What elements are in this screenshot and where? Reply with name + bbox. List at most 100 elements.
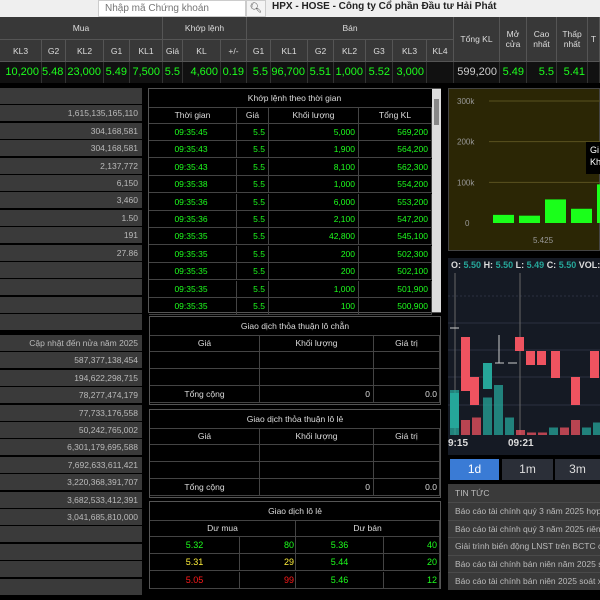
column-header[interactable]: KL1 xyxy=(271,40,308,62)
column-header[interactable]: Cao nhất xyxy=(527,17,557,62)
trade-cell: 09:35:45 xyxy=(149,124,237,141)
column-header[interactable]: Mở cửa xyxy=(500,17,527,62)
search-button[interactable]: 🔍︎ xyxy=(246,0,266,17)
trade-cell: 100 xyxy=(269,298,359,315)
candle xyxy=(526,351,535,365)
table-title: Giao dịch thỏa thuận lô chẵn xyxy=(150,317,440,336)
empty-cell xyxy=(374,352,440,369)
empty-cell xyxy=(374,445,440,462)
column-header[interactable]: KL xyxy=(183,40,221,62)
trade-cell: 547,200 xyxy=(359,211,432,228)
column-header[interactable]: G1 xyxy=(247,40,271,62)
tooltip-text: Kh xyxy=(590,157,600,167)
board-cell: 23,000 xyxy=(66,62,104,83)
buy-price: 5.05 xyxy=(150,571,240,589)
trade-cell: 545,100 xyxy=(359,228,432,246)
stat-value: 6,301,179,695,588 xyxy=(0,439,142,456)
trade-cell: 6,000 xyxy=(269,193,359,211)
column-header[interactable]: T xyxy=(588,17,600,62)
column-header: Khối lượng xyxy=(260,335,374,352)
news-item[interactable]: Báo cáo tài chính quý 3 năm 2025 hợp xyxy=(448,502,600,520)
volume-bar xyxy=(527,432,536,435)
trade-cell: 200 xyxy=(269,245,359,263)
candle xyxy=(461,337,470,391)
board-cell: 5.5 xyxy=(163,62,183,83)
volume-bar xyxy=(505,417,514,435)
column-header[interactable]: KL3 xyxy=(393,40,427,62)
trade-cell: 09:35:35 xyxy=(149,245,237,263)
trade-cell: 8,100 xyxy=(269,158,359,176)
candle xyxy=(571,377,580,405)
volume-bar xyxy=(545,199,566,223)
column-header[interactable]: KL3 xyxy=(0,40,42,62)
column-header[interactable]: KL4 xyxy=(427,40,454,62)
column-header[interactable]: G2 xyxy=(308,40,334,62)
trade-cell: 562,300 xyxy=(359,158,432,176)
trade-cell: 5.5 xyxy=(237,263,269,281)
column-header[interactable]: G1 xyxy=(104,40,130,62)
column-header[interactable]: Giá xyxy=(163,40,183,62)
column-header[interactable]: KL1 xyxy=(130,40,163,62)
candlestick-chart[interactable]: O: 5.50 H: 5.50 L: 5.49 C: 5.50 VOL: 9:1… xyxy=(448,258,600,455)
stat-value: 3,460 xyxy=(0,192,142,209)
stock-search-input[interactable] xyxy=(98,0,246,17)
column-header[interactable]: G3 xyxy=(366,40,393,62)
trade-cell: 1,000 xyxy=(269,280,359,298)
column-header[interactable]: +/- xyxy=(221,40,247,62)
trade-cell: 1,900 xyxy=(269,141,359,159)
column-group-header: Khớp lệnh xyxy=(163,17,247,40)
volume-bar xyxy=(493,214,514,223)
column-group-header: Mua xyxy=(0,17,163,40)
scrollbar[interactable] xyxy=(432,89,441,312)
column-header: Khối lượng xyxy=(269,107,359,124)
stat-value xyxy=(0,578,142,595)
total-value: 0.0 xyxy=(374,479,440,496)
trade-cell: 501,900 xyxy=(359,280,432,298)
stat-value: 191 xyxy=(0,227,142,244)
buy-price: 5.31 xyxy=(150,554,240,572)
news-item[interactable]: Báo cáo tài chính bán niên 2025 soát x xyxy=(448,572,600,590)
timeframe-1d[interactable]: 1d xyxy=(450,459,499,480)
stat-value: 587,377,138,454 xyxy=(0,352,142,369)
table-title: Giao dịch lô lẻ xyxy=(150,502,440,521)
empty-cell xyxy=(150,352,260,369)
stat-value xyxy=(0,279,142,296)
stat-value: 27.86 xyxy=(0,244,142,261)
column-header[interactable]: Tổng KL xyxy=(454,17,500,62)
sell-header: Dư bán xyxy=(296,520,440,537)
scrollbar-thumb[interactable] xyxy=(434,99,439,125)
volume-bar xyxy=(571,420,580,435)
column-header[interactable]: KL2 xyxy=(334,40,366,62)
stat-value xyxy=(0,262,142,278)
x-tick: 09:21 xyxy=(508,438,534,449)
trade-cell: 5.5 xyxy=(237,280,269,298)
board-cell: 0.19 xyxy=(221,62,247,83)
stat-value: 194,622,298,715 xyxy=(0,369,142,386)
sell-price: 5.46 xyxy=(296,571,384,589)
news-item[interactable]: Báo cáo tài chính quý 3 năm 2025 riêng xyxy=(448,519,600,538)
timeframe-1m[interactable]: 1m xyxy=(502,459,553,480)
board-cell: 5.5 xyxy=(247,62,271,83)
volume-bar xyxy=(494,385,503,435)
stat-value: 3,220,368,391,707 xyxy=(0,474,142,491)
empty-cell xyxy=(374,462,440,479)
x-tick: 9:15 xyxy=(448,438,469,449)
news-item[interactable]: Giải trình biến động LNST trên BCTC c xyxy=(448,537,600,555)
board-cell xyxy=(588,62,600,83)
column-header[interactable]: G2 xyxy=(42,40,66,62)
total-label: Tổng cộng xyxy=(150,479,260,496)
column-header[interactable]: KL2 xyxy=(66,40,104,62)
trade-cell: 5.5 xyxy=(237,228,269,246)
putthrough-even-table: Giao dịch thỏa thuận lô chẵn Giá Khối lượn… xyxy=(149,316,441,405)
timeframe-3m[interactable]: 3m xyxy=(555,459,600,480)
board-cell: 1,000 xyxy=(334,62,366,83)
news-item[interactable]: Báo cáo tài chính bán niên năm 2025 s xyxy=(448,554,600,573)
column-header: Giá trị xyxy=(374,335,440,352)
stat-value: 7,692,633,611,421 xyxy=(0,456,142,473)
trade-cell: 502,300 xyxy=(359,245,432,263)
column-header[interactable]: Thấp nhất xyxy=(557,17,588,62)
trade-cell: 09:35:43 xyxy=(149,141,237,159)
volume-bar xyxy=(450,390,459,435)
empty-cell xyxy=(150,445,260,462)
y-tick: 100k xyxy=(457,178,475,187)
